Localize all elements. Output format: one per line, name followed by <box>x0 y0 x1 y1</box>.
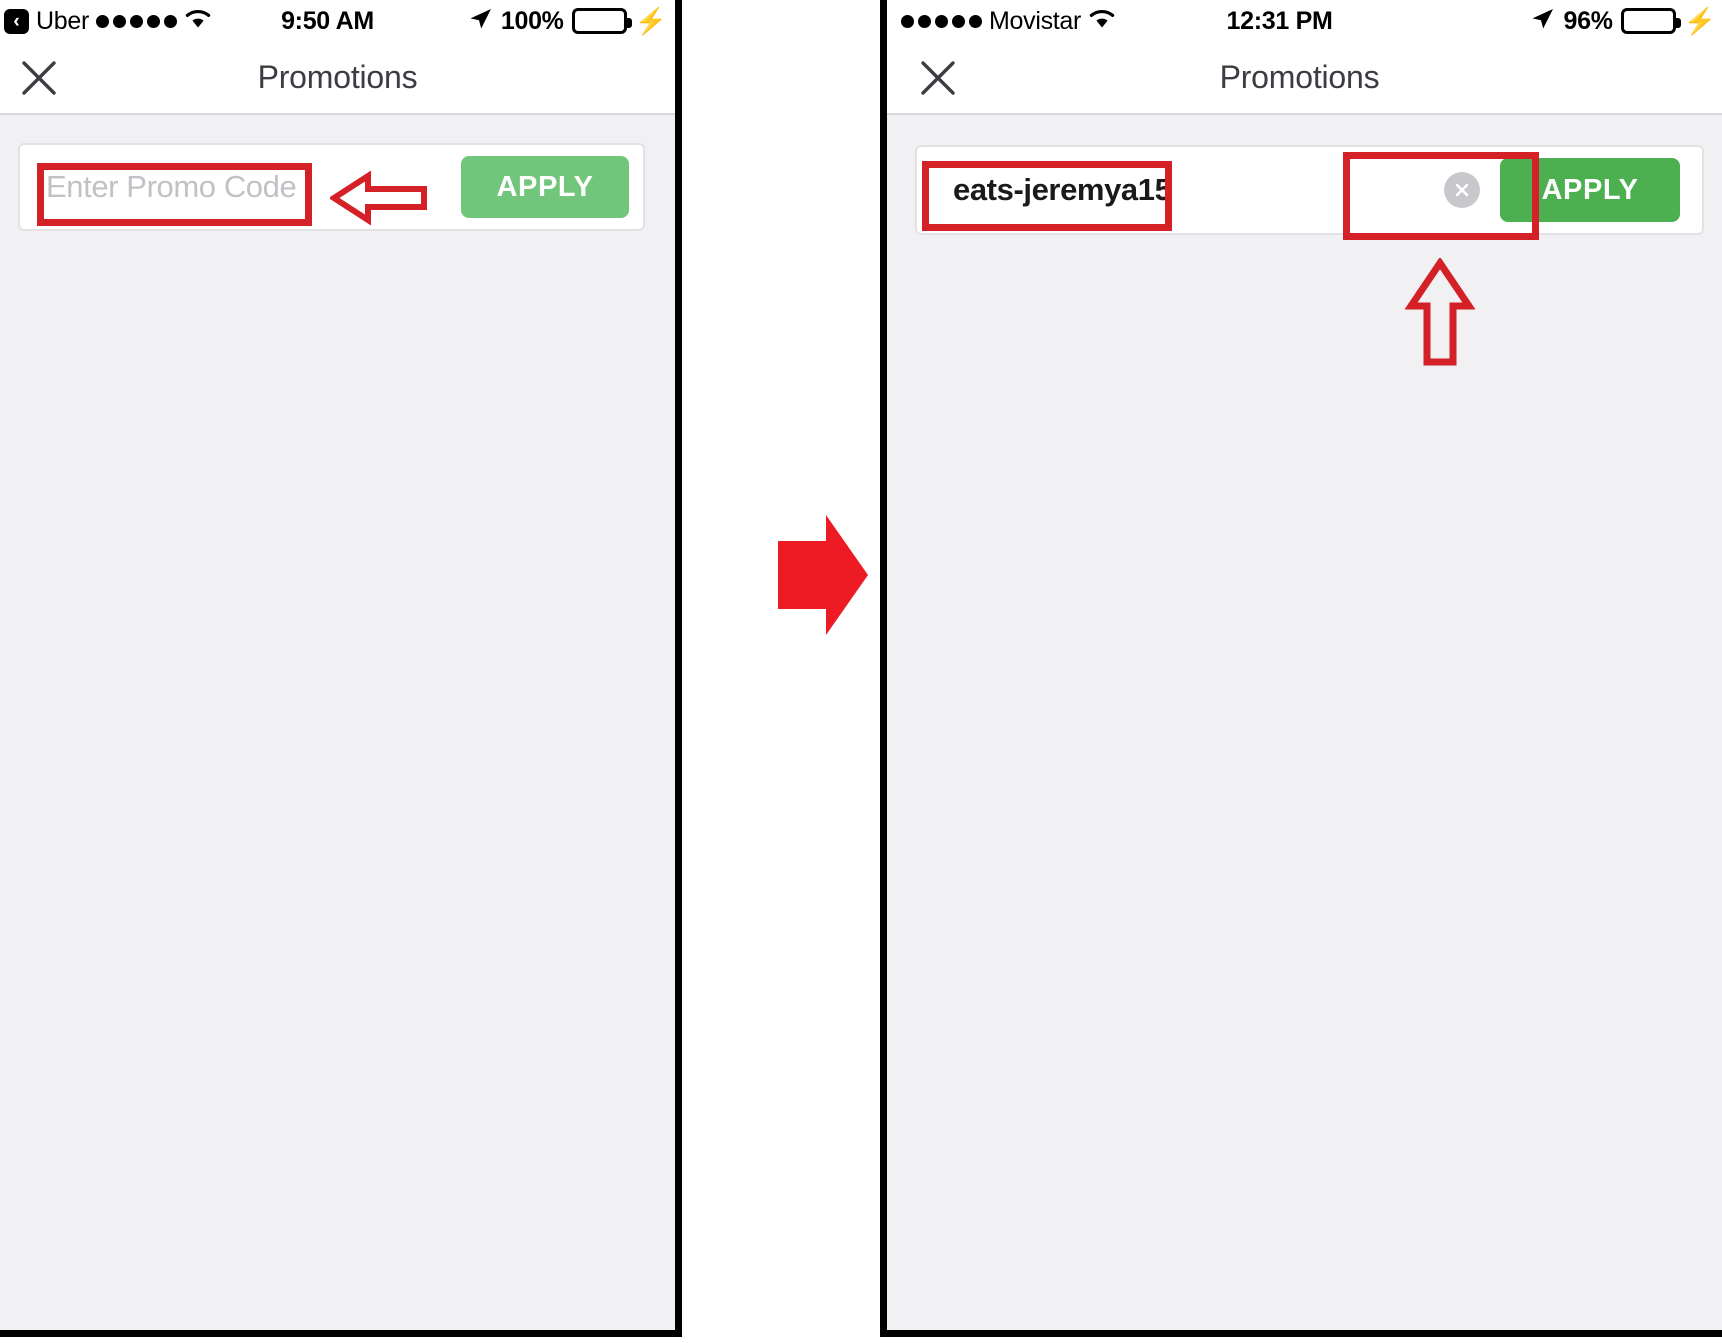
screen-content-after: eats-jeremya15 APPLY <box>887 115 1722 1330</box>
promo-code-row-before: Enter Promo Code APPLY <box>18 143 645 231</box>
nav-bar-before: Promotions <box>0 42 675 115</box>
location-arrow-icon <box>1529 6 1555 37</box>
status-bar-before: ‹ Uber 9:50 AM 100% ⚡ <box>0 0 675 42</box>
promo-code-placeholder: Enter Promo Code <box>46 169 297 204</box>
promo-code-input[interactable]: eats-jeremya15 <box>917 147 1444 233</box>
battery-percent-label: 96% <box>1563 6 1613 35</box>
status-bar-after: Movistar 12:31 PM 96% ⚡ <box>887 0 1722 42</box>
promo-code-row-after: eats-jeremya15 APPLY <box>915 145 1704 235</box>
apply-button[interactable]: APPLY <box>1500 158 1680 222</box>
status-bar-right-group: 96% ⚡ <box>1529 0 1716 42</box>
right-pointing-arrow <box>778 515 868 635</box>
phone-screen-after: Movistar 12:31 PM 96% ⚡ Promotions eats-… <box>880 0 1722 1337</box>
status-bar-right-group: 100% ⚡ <box>467 0 667 42</box>
clear-circle-icon[interactable] <box>1444 172 1480 208</box>
lightning-bolt-icon: ⚡ <box>1683 6 1716 36</box>
apply-button[interactable]: APPLY <box>461 156 629 218</box>
battery-icon <box>571 8 632 34</box>
battery-icon <box>1620 8 1681 34</box>
location-arrow-icon <box>467 6 493 37</box>
nav-bar-after: Promotions <box>887 42 1722 115</box>
phone-screen-before: ‹ Uber 9:50 AM 100% ⚡ Promotions Enter P… <box>0 0 682 1337</box>
page-title: Promotions <box>1219 59 1380 95</box>
lightning-bolt-icon: ⚡ <box>634 6 667 36</box>
screen-content-before: Enter Promo Code APPLY <box>0 115 675 1330</box>
promo-code-input[interactable]: Enter Promo Code <box>20 145 461 229</box>
page-title: Promotions <box>257 59 418 95</box>
battery-percent-label: 100% <box>500 6 564 35</box>
promo-code-value: eats-jeremya15 <box>953 172 1172 207</box>
